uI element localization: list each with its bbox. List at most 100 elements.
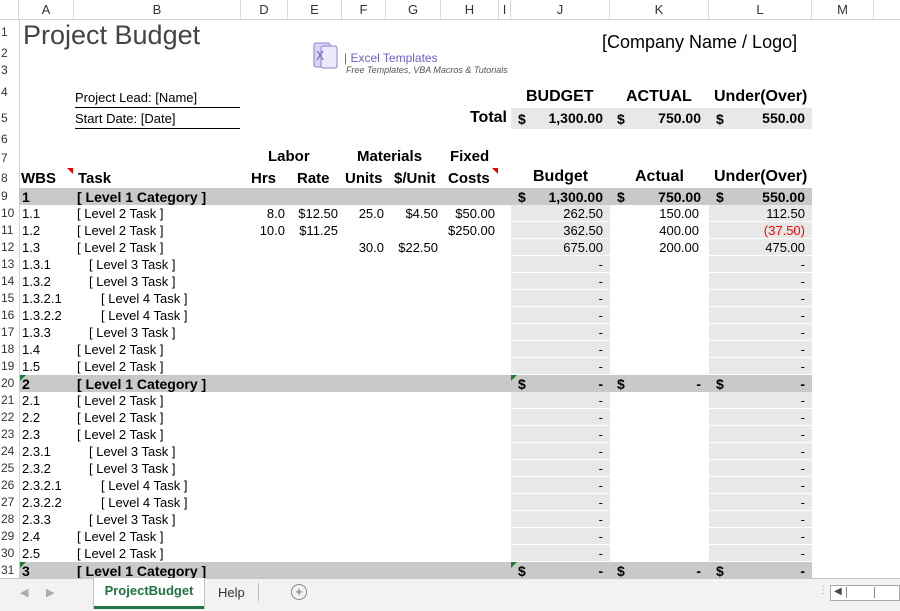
wbs-cell[interactable]: 2.3 [22, 427, 40, 442]
wbs-cell[interactable]: 1.1 [22, 206, 40, 221]
error-indicator-icon[interactable] [20, 375, 26, 381]
task-cell[interactable]: [ Level 4 Task ] [101, 495, 187, 510]
row-header-30[interactable]: 30 [0, 545, 19, 562]
task-cell[interactable]: [ Level 4 Task ] [101, 478, 187, 493]
scroll-left-icon[interactable]: ◀ [20, 586, 28, 599]
sheet-tab-help[interactable]: Help [218, 585, 245, 600]
column-header-H[interactable]: H [441, 0, 499, 19]
row-header-26[interactable]: 26 [0, 477, 19, 494]
wbs-cell[interactable]: 2.3.2 [22, 461, 51, 476]
wbs-cell[interactable]: 1.3.2.1 [22, 291, 62, 306]
unit-cost-cell[interactable]: $22.50 [386, 240, 438, 255]
rate-cell[interactable]: $11.25 [288, 223, 338, 238]
row-header-7[interactable]: 7 [0, 148, 19, 168]
row-header-14[interactable]: 14 [0, 273, 19, 290]
row-header-10[interactable]: 10 [0, 205, 19, 222]
column-header-I[interactable]: I [499, 0, 511, 19]
task-cell[interactable]: [ Level 2 Task ] [77, 359, 163, 374]
tabbar-split-handle[interactable]: ⋮ [818, 585, 828, 596]
wbs-cell[interactable]: 2.2 [22, 410, 40, 425]
wbs-cell[interactable]: 1.3.2 [22, 274, 51, 289]
wbs-cell[interactable]: 2.3.2.2 [22, 495, 62, 510]
fixed-cost-cell[interactable]: $50.00 [441, 206, 495, 221]
row-header-9[interactable]: 9 [0, 188, 19, 205]
task-cell[interactable]: [ Level 1 Category ] [77, 189, 206, 205]
row-header-18[interactable]: 18 [0, 341, 19, 358]
row-header-17[interactable]: 17 [0, 324, 19, 341]
wbs-cell[interactable]: 1.3.3 [22, 325, 51, 340]
project-lead[interactable]: Project Lead: [Name] [75, 90, 240, 108]
row-header-2[interactable]: 2 [0, 45, 19, 62]
error-indicator-icon[interactable] [511, 375, 517, 381]
row-header-31[interactable]: 31 [0, 562, 19, 579]
row-header-6[interactable]: 6 [0, 131, 19, 148]
row-header-25[interactable]: 25 [0, 460, 19, 477]
row-header-15[interactable]: 15 [0, 290, 19, 307]
row-header-12[interactable]: 12 [0, 239, 19, 256]
task-cell[interactable]: [ Level 3 Task ] [89, 274, 175, 289]
task-cell[interactable]: [ Level 2 Task ] [77, 529, 163, 544]
task-cell[interactable]: [ Level 3 Task ] [89, 325, 175, 340]
row-header-5[interactable]: 5 [0, 105, 19, 131]
row-header-22[interactable]: 22 [0, 409, 19, 426]
wbs-cell[interactable]: 1.3 [22, 240, 40, 255]
actual-cell[interactable]: 150.00 [628, 206, 699, 221]
wbs-cell[interactable]: 2.3.1 [22, 444, 51, 459]
task-cell[interactable]: [ Level 1 Category ] [77, 376, 206, 392]
row-header-20[interactable]: 20 [0, 375, 19, 392]
task-cell[interactable]: [ Level 2 Task ] [77, 240, 163, 255]
column-header-M[interactable]: M [812, 0, 874, 19]
task-cell[interactable]: [ Level 3 Task ] [89, 257, 175, 272]
actual-cell[interactable]: 400.00 [628, 223, 699, 238]
column-header-F[interactable]: F [342, 0, 386, 19]
task-cell[interactable]: [ Level 2 Task ] [77, 393, 163, 408]
units-cell[interactable]: 25.0 [342, 206, 384, 221]
comment-indicator-wbs[interactable] [67, 168, 73, 174]
column-header-K[interactable]: K [610, 0, 709, 19]
task-cell[interactable]: [ Level 4 Task ] [101, 291, 187, 306]
column-header-E[interactable]: E [288, 0, 342, 19]
column-header-J[interactable]: J [511, 0, 610, 19]
row-header-11[interactable]: 11 [0, 222, 19, 239]
wbs-cell[interactable]: 2.4 [22, 529, 40, 544]
task-cell[interactable]: [ Level 2 Task ] [77, 206, 163, 221]
row-header-29[interactable]: 29 [0, 528, 19, 545]
comment-indicator-costs[interactable] [492, 168, 498, 174]
units-cell[interactable]: 30.0 [342, 240, 384, 255]
wbs-cell[interactable]: 1.4 [22, 342, 40, 357]
column-header-D[interactable]: D [241, 0, 288, 19]
hours-cell[interactable]: 8.0 [241, 206, 285, 221]
row-header-23[interactable]: 23 [0, 426, 19, 443]
wbs-cell[interactable]: 2.3.3 [22, 512, 51, 527]
task-cell[interactable]: [ Level 3 Task ] [89, 444, 175, 459]
task-cell[interactable]: [ Level 4 Task ] [101, 308, 187, 323]
task-cell[interactable]: [ Level 3 Task ] [89, 512, 175, 527]
task-cell[interactable]: [ Level 2 Task ] [77, 546, 163, 561]
row-header-13[interactable]: 13 [0, 256, 19, 273]
sheet-tab-projectbudget[interactable]: ProjectBudget [94, 578, 204, 609]
wbs-cell[interactable]: 2.5 [22, 546, 40, 561]
fixed-cost-cell[interactable]: $250.00 [441, 223, 495, 238]
task-cell[interactable]: [ Level 2 Task ] [77, 427, 163, 442]
wbs-cell[interactable]: 1.3.1 [22, 257, 51, 272]
row-header-24[interactable]: 24 [0, 443, 19, 460]
error-indicator-icon[interactable] [20, 562, 26, 568]
task-cell[interactable]: [ Level 1 Category ] [77, 563, 206, 579]
row-header-8[interactable]: 8 [0, 168, 19, 188]
scrollbar-thumb[interactable] [846, 587, 875, 598]
start-date[interactable]: Start Date: [Date] [75, 111, 240, 129]
wbs-cell[interactable]: 1.2 [22, 223, 40, 238]
column-header-L[interactable]: L [709, 0, 812, 19]
row-header-28[interactable]: 28 [0, 511, 19, 528]
column-header-G[interactable]: G [386, 0, 441, 19]
task-cell[interactable]: [ Level 2 Task ] [77, 342, 163, 357]
error-indicator-icon[interactable] [511, 562, 517, 568]
wbs-cell[interactable]: 1 [22, 189, 30, 205]
row-header-21[interactable]: 21 [0, 392, 19, 409]
row-header-19[interactable]: 19 [0, 358, 19, 375]
row-header-4[interactable]: 4 [0, 79, 19, 105]
scrollbar-left-arrow-icon[interactable]: ◀ [834, 586, 842, 597]
select-all-corner[interactable] [0, 0, 19, 19]
row-header-27[interactable]: 27 [0, 494, 19, 511]
task-cell[interactable]: [ Level 3 Task ] [89, 461, 175, 476]
